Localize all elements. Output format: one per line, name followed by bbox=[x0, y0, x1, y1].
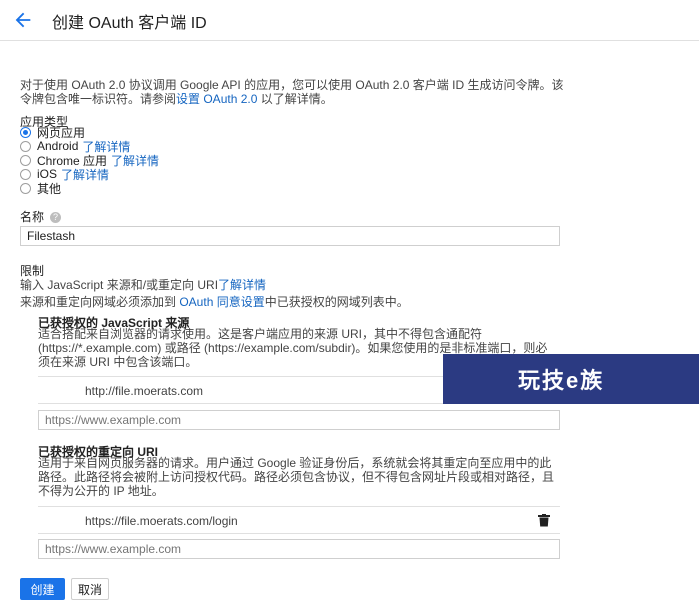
radio-button[interactable] bbox=[20, 154, 31, 166]
radio-label: 其他 bbox=[37, 181, 62, 196]
radio-button[interactable] bbox=[20, 182, 31, 194]
radio-button[interactable] bbox=[20, 168, 31, 180]
cancel-button[interactable]: 取消 bbox=[71, 578, 109, 600]
restrictions-line-2: 来源和重定向网域必须添加到 OAuth 同意设置中已获授权的网域列表中。 bbox=[20, 293, 409, 310]
setup-oauth-link[interactable]: 设置 OAuth 2.0 bbox=[176, 92, 257, 106]
redirect-uri-value: https://file.moerats.com/login bbox=[85, 514, 238, 528]
intro-text: 对于使用 OAuth 2.0 协议调用 Google API 的应用，您可以使用… bbox=[20, 78, 565, 106]
watermark-logo: 玩技e族 bbox=[443, 354, 699, 404]
radio-label: 网页应用 bbox=[37, 125, 86, 140]
radio-button-checked[interactable] bbox=[20, 126, 31, 138]
radio-option-other[interactable]: 其他 bbox=[20, 181, 62, 196]
oauth-consent-link[interactable]: OAuth 同意设置 bbox=[179, 295, 264, 309]
trash-icon[interactable] bbox=[538, 514, 550, 527]
restrictions-line-1: 输入 JavaScript 来源和/或重定向 URI了解详情 bbox=[20, 276, 266, 293]
redirect-uri-input[interactable] bbox=[38, 539, 560, 559]
help-icon[interactable]: ? bbox=[50, 212, 62, 224]
create-button[interactable]: 创建 bbox=[20, 578, 65, 600]
restrictions-line-1-text: 输入 JavaScript 来源和/或重定向 URI bbox=[20, 278, 219, 292]
arrow-back-icon[interactable] bbox=[12, 9, 34, 31]
radio-button[interactable] bbox=[20, 140, 31, 152]
name-label: 名称 bbox=[20, 210, 45, 224]
js-origin-uri: http://file.moerats.com bbox=[85, 384, 204, 398]
js-origin-input[interactable] bbox=[38, 410, 560, 430]
chrome-learn-more-link[interactable]: 了解详情 bbox=[111, 152, 159, 169]
restrictions-line-2-text: 来源和重定向网域必须添加到 bbox=[20, 295, 180, 309]
radio-option-ios[interactable]: iOS 了解详情 bbox=[20, 166, 109, 183]
redirect-uris-description: 适用于来自网页服务器的请求。用户通过 Google 验证身份后，系统就会将其重定… bbox=[38, 456, 555, 498]
name-input[interactable] bbox=[20, 226, 560, 246]
name-label-row: 名称? bbox=[20, 208, 62, 225]
ios-learn-more-link[interactable]: 了解详情 bbox=[61, 166, 109, 183]
radio-option-web-app[interactable]: 网页应用 bbox=[20, 125, 86, 140]
restrictions-learn-more-link[interactable]: 了解详情 bbox=[218, 278, 266, 292]
restrictions-line-2-end: 中已获授权的网域列表中。 bbox=[264, 295, 409, 309]
redirect-uri-entry: https://file.moerats.com/login bbox=[38, 506, 560, 534]
page-title: 创建 OAuth 客户端 ID bbox=[52, 15, 207, 32]
intro-text-end: 以了解详情。 bbox=[257, 92, 333, 106]
page-header: 创建 OAuth 客户端 ID bbox=[0, 0, 699, 41]
